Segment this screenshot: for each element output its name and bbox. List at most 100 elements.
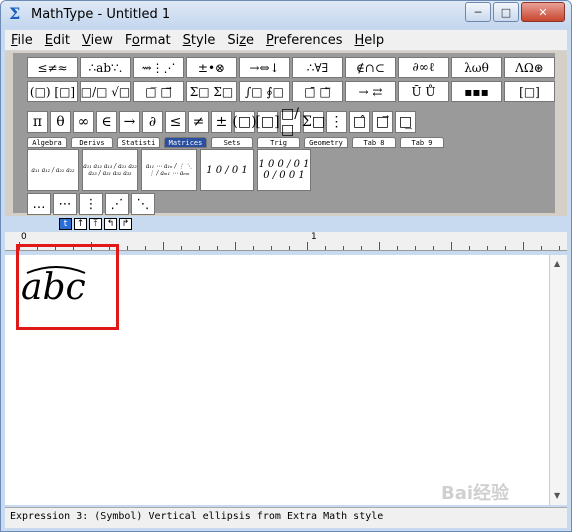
palette-row2-button-8[interactable]: Ū Ů: [398, 81, 449, 102]
ruler-mark-1: 1: [311, 232, 317, 242]
menu-edit[interactable]: Edit: [39, 33, 76, 48]
minimize-button[interactable]: ─: [465, 2, 491, 22]
status-bar: Expression 3: (Symbol) Vertical ellipsis…: [5, 507, 567, 528]
palette-row2-button-3[interactable]: □̅ □⃗: [133, 81, 184, 102]
palette-row2-button-4[interactable]: Σ□ Σ□: [186, 81, 237, 102]
symbol-button-11[interactable]: [□]: [255, 111, 280, 133]
ruler-tick: [415, 246, 416, 250]
vertical-scrollbar[interactable]: ▲ ▼: [549, 255, 567, 505]
baidu-watermark: Bai经验: [441, 483, 510, 504]
ellipsis-button-5[interactable]: ⋱: [131, 193, 155, 215]
equation-editor[interactable]: abc: [5, 244, 549, 505]
palette-row2-button-10[interactable]: [□]: [504, 81, 555, 102]
menu-file[interactable]: File: [5, 33, 39, 48]
identity-3x3-template[interactable]: 1 0 0 / 0 1 0 / 0 0 1: [257, 149, 311, 191]
ruler-tick: [433, 246, 434, 250]
maximize-button[interactable]: □: [493, 2, 519, 22]
scroll-up-arrow-icon[interactable]: ▲: [554, 259, 560, 268]
palette-row1-button-4[interactable]: ±•⊗: [186, 57, 237, 78]
ruler-tick: [523, 242, 524, 250]
symbol-button-12[interactable]: □/□: [280, 106, 301, 138]
symbol-button-15[interactable]: □̂: [349, 111, 370, 133]
menu-help[interactable]: Help: [349, 33, 391, 48]
identity-2x2-template-preview: 1 0 / 0 1: [206, 164, 248, 176]
close-button[interactable]: ✕: [521, 2, 565, 22]
identity-2x2-template[interactable]: 1 0 / 0 1: [200, 149, 254, 191]
size-button-bar: t ↑ ⤒ ↰ ↱: [59, 218, 134, 230]
size-button-3[interactable]: ⤒: [89, 218, 102, 230]
tab-sets[interactable]: Sets: [211, 137, 253, 148]
symbol-button-16[interactable]: □⃗: [372, 111, 393, 133]
ruler-tick: [253, 246, 254, 250]
menu-view[interactable]: View: [76, 33, 119, 48]
palette-row1-button-3[interactable]: ⇝⋮⋰: [133, 57, 184, 78]
tab-matrices[interactable]: Matrices: [164, 137, 207, 148]
size-button-2[interactable]: ↑: [74, 218, 87, 230]
tab-bar: Algebra Derivs Statisti Matrices Sets Trig Geo…: [27, 137, 448, 148]
symbol-button-10[interactable]: (□): [232, 111, 257, 133]
matrix-mxn-template[interactable]: a₁₁ ⋯ a₁ₙ / ⋮ ⋱ ⋮ / aₘ₁ ⋯ aₘₙ: [141, 149, 197, 191]
palette-row1-button-2[interactable]: ∴ab∵.: [80, 57, 131, 78]
ruler-mark-0: 0: [21, 232, 27, 242]
palette-row1-button-1[interactable]: ≤≠≈: [27, 57, 78, 78]
scroll-down-arrow-icon[interactable]: ▼: [554, 491, 560, 500]
ruler-tick: [541, 246, 542, 250]
tab-tab-9[interactable]: Tab 9: [400, 137, 444, 148]
palette-row1-button-10[interactable]: ΛΩ⊛: [504, 57, 555, 78]
matrix-3x3-template[interactable]: a₁₁ a₁₂ a₁₃ / a₂₁ a₂₂ a₂₃ / a₃₁ a₃₂ a₃₃: [82, 149, 138, 191]
symbol-button-2[interactable]: θ: [50, 111, 71, 133]
sigma-icon[interactable]: Σ: [9, 6, 25, 22]
palette-row1-button-6[interactable]: ∴∀∃: [292, 57, 343, 78]
palette-row2-button-9[interactable]: ▪▪▪: [451, 81, 502, 102]
matrix-2x2-template[interactable]: a₁₁ a₁₂ / a₂₁ a₂₂: [27, 149, 79, 191]
tab-statisti[interactable]: Statisti: [117, 137, 160, 148]
palette-row1-button-9[interactable]: λωθ: [451, 57, 502, 78]
palette-row1-button-5[interactable]: →⇔↓: [239, 57, 290, 78]
palette-row2-button-7[interactable]: → ⇄: [345, 81, 396, 102]
ruler-tick: [487, 246, 488, 250]
ruler-tick: [271, 246, 272, 250]
symbol-button-17[interactable]: □̲: [395, 111, 416, 133]
menu-size[interactable]: Size: [221, 33, 260, 48]
ruler-tick: [163, 242, 164, 250]
palette-row2-button-1[interactable]: (□) [□]: [27, 81, 78, 102]
ruler-tick: [397, 246, 398, 250]
tab-trig[interactable]: Trig: [257, 137, 300, 148]
tab-algebra[interactable]: Algebra: [27, 137, 67, 148]
matrix-mxn-template-preview: a₁₁ ⋯ a₁ₙ / ⋮ ⋱ ⋮ / aₘ₁ ⋯ aₘₙ: [145, 163, 193, 177]
symbol-button-6[interactable]: ∂: [142, 111, 163, 133]
hat-expression[interactable]: abc: [21, 268, 86, 308]
tab-geometry[interactable]: Geometry: [304, 137, 348, 148]
symbol-button-14[interactable]: ⋮: [326, 111, 347, 133]
size-button-5[interactable]: ↱: [119, 218, 132, 230]
menu-preferences[interactable]: Preferences: [260, 33, 348, 48]
symbol-button-13[interactable]: Σ□: [302, 111, 325, 133]
symbol-button-5[interactable]: →: [119, 111, 140, 133]
symbol-button-8[interactable]: ≠: [188, 111, 209, 133]
ruler-tick: [217, 246, 218, 250]
title-bar[interactable]: Σ MathType - Untitled 1 ─ □ ✕: [1, 1, 571, 29]
menu-format[interactable]: Format: [119, 33, 177, 48]
menu-bar: File Edit View Format Style Size Preferences He…: [5, 30, 567, 51]
ellipsis-button-4[interactable]: ⋰: [105, 193, 129, 215]
symbol-button-9[interactable]: ±: [211, 111, 232, 133]
ellipsis-button-1[interactable]: …: [27, 193, 51, 215]
palette-row2-button-6[interactable]: □̄ □⃖: [292, 81, 343, 102]
symbol-button-7[interactable]: ≤: [165, 111, 186, 133]
palette-row2-button-5[interactable]: ∫□ ∮□: [239, 81, 290, 102]
size-button-4[interactable]: ↰: [104, 218, 117, 230]
palette-row1-button-8[interactable]: ∂∞ℓ: [398, 57, 449, 78]
palette-row1-button-7[interactable]: ∉∩⊂: [345, 57, 396, 78]
symbol-button-3[interactable]: ∞: [73, 111, 94, 133]
menu-style[interactable]: Style: [177, 33, 222, 48]
size-button-1[interactable]: t: [59, 218, 72, 230]
ellipsis-bar: … ⋯ ⋮ ⋰ ⋱: [27, 193, 157, 215]
tab-tab-8[interactable]: Tab 8: [352, 137, 396, 148]
ellipsis-button-2[interactable]: ⋯: [53, 193, 77, 215]
symbol-button-1[interactable]: π: [27, 111, 48, 133]
tab-derivs[interactable]: Derivs: [71, 137, 113, 148]
symbol-button-4[interactable]: ∈: [96, 111, 117, 133]
palette-row2-button-2[interactable]: □/□ √□: [80, 81, 131, 102]
ellipsis-button-3[interactable]: ⋮: [79, 193, 103, 215]
ruler-tick: [505, 246, 506, 250]
